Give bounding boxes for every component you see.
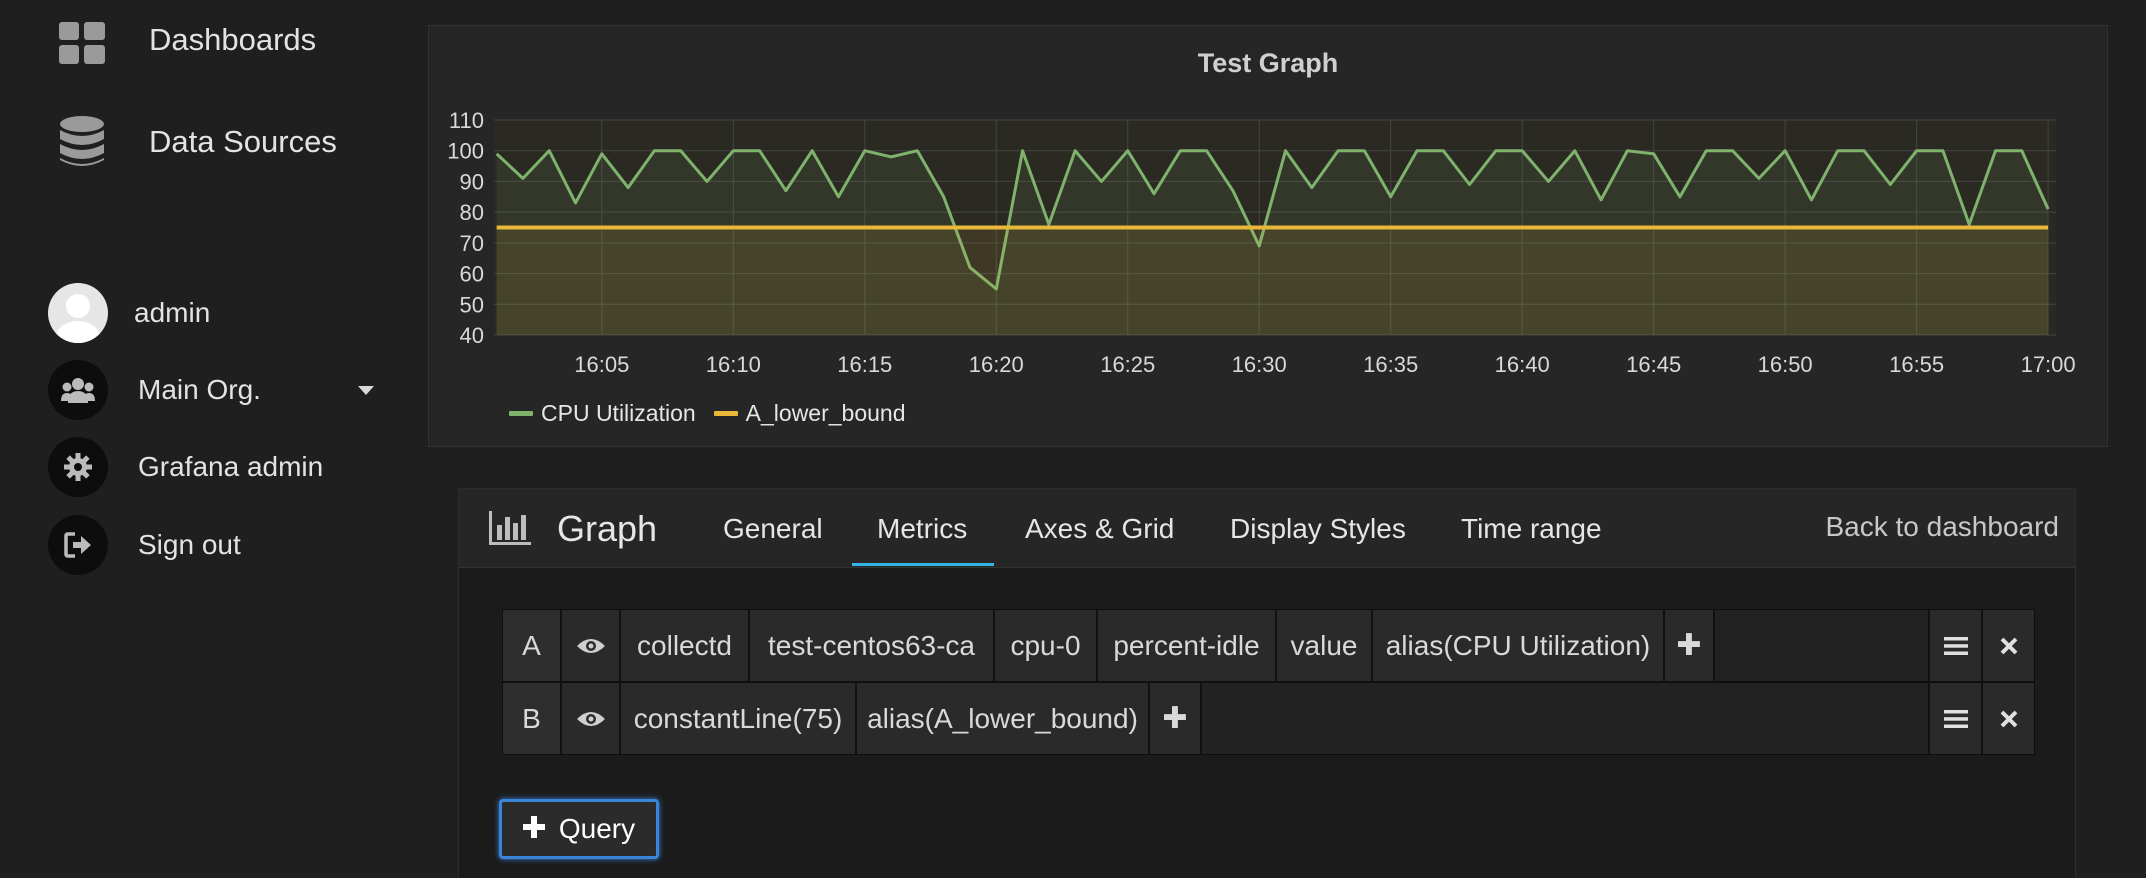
query-function[interactable]: alias(CPU Utilization) <box>1373 610 1665 681</box>
menu-icon[interactable] <box>1930 610 1983 681</box>
menu-icon[interactable] <box>1930 683 1983 754</box>
eye-icon[interactable] <box>562 683 621 754</box>
query-function[interactable]: constantLine(75) <box>621 683 857 754</box>
user-name: admin <box>134 297 211 328</box>
grafana-admin-link[interactable]: Grafana admin <box>48 436 388 498</box>
query-segment[interactable]: percent-idle <box>1098 610 1277 681</box>
tab-general[interactable]: General <box>723 513 823 545</box>
query-segment[interactable]: cpu-0 <box>995 610 1098 681</box>
y-tick-label: 40 <box>460 323 484 348</box>
legend-label: CPU Utilization <box>541 400 696 426</box>
tab-axes-grid[interactable]: Axes & Grid <box>1025 513 1174 545</box>
legend-item-cpu-utilization[interactable]: CPU Utilization <box>509 400 696 427</box>
graph-panel[interactable]: Test Graph 40 50 60 70 80 90 100 110 16:05 16:10 1… <box>428 25 2108 447</box>
y-tick-label: 60 <box>460 262 484 287</box>
y-tick-label: 90 <box>460 169 484 194</box>
add-query-button[interactable]: Query <box>499 799 659 859</box>
x-tick-label: 17:00 <box>2021 352 2076 377</box>
query-segment[interactable]: test-centos63-ca <box>750 610 995 681</box>
nav-label-data-sources: Data Sources <box>149 124 337 159</box>
legend-item-lower-bound[interactable]: A_lower_bound <box>713 400 906 427</box>
database-icon <box>56 116 108 168</box>
plus-icon <box>522 813 545 845</box>
line-chart: 40 50 60 70 80 90 100 110 16:05 16:10 16:15 16:20 16… <box>447 108 2076 377</box>
x-tick-label: 16:25 <box>1100 352 1155 377</box>
nav-item-data-sources[interactable]: Data Sources <box>0 102 400 182</box>
query-row-a: A collectd test-centos63-ca cpu-0 percen… <box>502 609 2035 682</box>
dashboards-grid-icon <box>56 17 108 69</box>
add-query-label: Query <box>558 813 636 844</box>
y-tick-label: 100 <box>447 139 484 164</box>
legend-swatch <box>713 411 738 416</box>
sidebar: Dashboards Data Sources admin Main Org. … <box>0 0 410 878</box>
query-function[interactable]: alias(A_lower_bound) <box>857 683 1150 754</box>
legend-swatch <box>509 411 533 416</box>
sign-out-link[interactable]: Sign out <box>48 514 388 576</box>
editor-header: Graph General Metrics Axes & Grid Displa… <box>459 489 2075 568</box>
legend-label: A_lower_bound <box>745 400 906 426</box>
tab-time-range[interactable]: Time range <box>1461 513 1602 545</box>
y-tick-label: 70 <box>460 231 484 256</box>
x-tick-label: 16:55 <box>1889 352 1944 377</box>
grafana-admin-label: Grafana admin <box>138 451 324 482</box>
org-switcher[interactable]: Main Org. <box>48 359 388 421</box>
x-tick-label: 16:45 <box>1626 352 1681 377</box>
close-icon[interactable] <box>1983 683 2034 754</box>
x-tick-label: 16:40 <box>1495 352 1550 377</box>
query-row-b: B constantLine(75) alias(A_lower_bound) … <box>502 682 2035 755</box>
x-tick-label: 16:10 <box>706 352 761 377</box>
sign-out-icon <box>48 515 108 575</box>
y-tick-label: 50 <box>460 292 484 317</box>
x-tick-label: 16:05 <box>574 352 629 377</box>
user-profile[interactable]: admin <box>48 282 388 344</box>
y-tick-label: 80 <box>460 200 484 225</box>
series-area-1 <box>496 227 2049 335</box>
add-function-button[interactable]: ✚ <box>1150 683 1202 754</box>
org-users-icon <box>48 360 108 420</box>
close-icon[interactable] <box>1983 610 2034 681</box>
query-segment[interactable]: collectd <box>621 610 750 681</box>
bar-chart-icon <box>489 511 531 550</box>
panel-editor: Graph General Metrics Axes & Grid Displa… <box>458 488 2076 878</box>
chart-legend: CPU Utilization A_lower_bound <box>509 400 906 427</box>
editor-title: Graph <box>557 508 658 549</box>
sign-out-label: Sign out <box>138 529 241 560</box>
query-segment[interactable]: value <box>1277 610 1373 681</box>
nav-item-dashboards[interactable]: Dashboards <box>0 0 400 80</box>
x-tick-label: 16:50 <box>1758 352 1813 377</box>
gear-icon <box>48 437 108 497</box>
query-letter[interactable]: B <box>503 683 562 754</box>
org-name: Main Org. <box>138 374 261 405</box>
nav-label-dashboards: Dashboards <box>149 22 317 57</box>
tab-display-styles[interactable]: Display Styles <box>1230 513 1406 545</box>
x-tick-label: 16:35 <box>1363 352 1418 377</box>
y-tick-label: 110 <box>449 108 484 133</box>
query-letter[interactable]: A <box>503 610 562 681</box>
avatar <box>48 283 108 343</box>
query-row-spacer <box>1715 610 1930 681</box>
active-tab-indicator <box>852 563 994 566</box>
x-tick-label: 16:15 <box>837 352 892 377</box>
eye-icon[interactable] <box>562 610 621 681</box>
chevron-down-icon <box>358 386 374 395</box>
back-to-dashboard-link[interactable]: Back to dashboard <box>1826 511 2060 543</box>
add-function-button[interactable]: ✚ <box>1665 610 1715 681</box>
query-row-spacer <box>1202 683 1930 754</box>
x-tick-label: 16:20 <box>969 352 1024 377</box>
x-tick-label: 16:30 <box>1232 352 1287 377</box>
tab-metrics[interactable]: Metrics <box>877 513 967 545</box>
